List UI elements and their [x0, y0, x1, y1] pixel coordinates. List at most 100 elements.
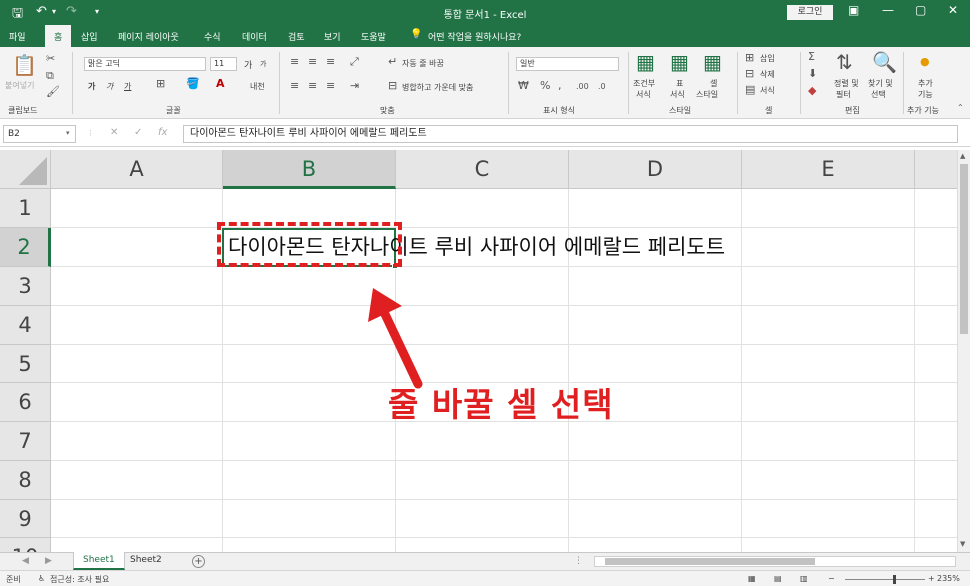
accounting-format-icon[interactable]: ₩ — [518, 79, 529, 92]
row-header-10[interactable]: 10 — [0, 538, 51, 552]
column-header-d[interactable]: D — [569, 150, 742, 189]
align-bottom-icon[interactable]: ≡ — [326, 55, 335, 68]
vertical-scroll-thumb[interactable] — [960, 164, 968, 334]
format-as-table-label-1[interactable]: 표 — [676, 78, 683, 89]
tab-file[interactable]: 파일 — [9, 30, 26, 43]
sheet-tab-sheet2[interactable]: Sheet2 — [121, 552, 171, 570]
grow-font-button[interactable]: 가 — [244, 58, 252, 71]
borders-icon[interactable]: ⊞ — [156, 77, 165, 90]
login-button[interactable]: 로그인 — [787, 5, 833, 20]
indent-icon[interactable]: ⇥ — [350, 79, 359, 92]
new-sheet-icon[interactable]: + — [192, 555, 205, 568]
ribbon-display-icon[interactable]: ▣ — [848, 3, 859, 17]
increase-decimal-icon[interactable]: .00 — [576, 82, 589, 91]
scroll-up-icon[interactable]: ▲ — [960, 152, 965, 160]
cancel-entry-icon[interactable]: ✕ — [110, 127, 118, 138]
bold-button[interactable]: 가 — [88, 81, 95, 92]
collapse-ribbon-icon[interactable]: ⌃ — [957, 103, 964, 112]
name-box-dropdown-icon[interactable]: ▾ — [66, 129, 70, 137]
row-header-7[interactable]: 7 — [0, 422, 51, 461]
format-cells-button[interactable]: 서식 — [760, 85, 775, 96]
accessibility-icon[interactable]: ♿ — [38, 574, 45, 583]
page-layout-view-icon[interactable]: ▤ — [774, 574, 782, 583]
wrap-text-icon[interactable]: ↵ — [388, 55, 397, 68]
percent-icon[interactable]: % — [540, 79, 550, 92]
fill-icon[interactable]: ⬇ — [808, 67, 817, 80]
scroll-down-icon[interactable]: ▼ — [960, 540, 965, 548]
tab-insert[interactable]: 삽입 — [81, 30, 98, 43]
horizontal-scroll-thumb[interactable] — [605, 558, 815, 565]
tab-view[interactable]: 보기 — [324, 30, 341, 43]
zoom-slider-track[interactable] — [845, 579, 925, 580]
phonetic-button[interactable]: 내천 — [250, 81, 265, 92]
align-right-icon[interactable]: ≡ — [326, 79, 335, 92]
vertical-scrollbar[interactable]: ▲ ▼ — [957, 150, 970, 552]
row-header-5[interactable]: 5 — [0, 345, 51, 383]
shrink-font-button[interactable]: 가 — [260, 59, 266, 69]
select-all-button[interactable] — [0, 150, 51, 189]
row-header-3[interactable]: 3 — [0, 267, 51, 306]
conditional-formatting-label-1[interactable]: 조건부 — [633, 78, 655, 89]
maximize-icon[interactable]: ▢ — [915, 3, 926, 17]
autosum-icon[interactable]: Σ — [808, 50, 815, 63]
zoom-in-icon[interactable]: + — [928, 574, 935, 583]
font-name-combo[interactable]: 맑은 고딕 — [84, 57, 206, 71]
row-header-8[interactable]: 8 — [0, 461, 51, 500]
accessibility-status[interactable]: 접근성: 조사 필요 — [50, 574, 109, 585]
find-select-label-2[interactable]: 선택 — [871, 89, 886, 100]
tell-me-search[interactable]: 어떤 작업을 원하시나요? — [428, 30, 521, 43]
cell-styles-label-2[interactable]: 스타일 — [696, 89, 718, 100]
align-top-icon[interactable]: ≡ — [290, 55, 299, 68]
column-header-b[interactable]: B — [223, 150, 396, 189]
cut-icon[interactable]: ✂ — [46, 52, 55, 65]
sheet-tab-sheet1[interactable]: Sheet1 — [73, 552, 125, 570]
add-ins-label-2[interactable]: 기능 — [918, 89, 933, 100]
align-middle-icon[interactable]: ≡ — [308, 55, 317, 68]
format-as-table-icon[interactable]: ▦ — [670, 50, 689, 74]
number-format-combo[interactable]: 일반 — [516, 57, 619, 71]
column-header-f[interactable] — [915, 150, 957, 189]
cell-styles-label-1[interactable]: 셀 — [710, 78, 717, 89]
italic-button[interactable]: 가 — [106, 81, 113, 92]
row-header-1[interactable]: 1 — [0, 189, 51, 228]
prev-sheet-icon[interactable]: ◀ — [22, 556, 29, 566]
tab-page-layout[interactable]: 페이지 레이아웃 — [118, 30, 179, 43]
minimize-icon[interactable]: — — [882, 3, 894, 17]
paste-label[interactable]: 붙여넣기 — [5, 80, 34, 91]
conditional-formatting-icon[interactable]: ▦ — [636, 50, 655, 74]
wrap-text-button[interactable]: 자동 줄 바꿈 — [402, 58, 444, 69]
tab-review[interactable]: 검토 — [288, 30, 305, 43]
next-sheet-icon[interactable]: ▶ — [45, 556, 52, 566]
tab-home[interactable]: 홈 — [45, 25, 72, 47]
fill-color-icon[interactable]: 🪣 — [186, 77, 200, 90]
merge-center-button[interactable]: 병합하고 가운데 맞춤 — [402, 82, 473, 93]
insert-cells-icon[interactable]: ⊞ — [745, 51, 754, 64]
add-ins-label-1[interactable]: 추가 — [918, 78, 933, 89]
font-size-combo[interactable]: 11 — [210, 57, 237, 71]
cell-styles-icon[interactable]: ▦ — [703, 50, 722, 74]
delete-cells-button[interactable]: 삭제 — [760, 69, 775, 80]
column-header-e[interactable]: E — [742, 150, 915, 189]
page-break-view-icon[interactable]: ▥ — [800, 574, 808, 583]
horizontal-scrollbar[interactable] — [594, 556, 956, 567]
tab-formulas[interactable]: 수식 — [204, 30, 221, 43]
add-ins-icon[interactable]: ● — [920, 55, 930, 68]
insert-function-icon[interactable]: fx — [158, 127, 167, 138]
underline-button[interactable]: 가 — [124, 81, 131, 92]
conditional-formatting-label-2[interactable]: 서식 — [636, 89, 651, 100]
enter-entry-icon[interactable]: ✓ — [134, 127, 142, 138]
tab-split-icon[interactable]: ⋮ — [574, 556, 583, 566]
find-select-label-1[interactable]: 찾기 및 — [868, 78, 893, 89]
find-select-icon[interactable]: 🔍 — [872, 50, 897, 74]
zoom-out-icon[interactable]: − — [828, 574, 835, 583]
zoom-level[interactable]: 235% — [937, 574, 960, 583]
copy-icon[interactable]: ⧉ — [46, 69, 54, 83]
column-header-c[interactable]: C — [396, 150, 569, 189]
delete-cells-icon[interactable]: ⊟ — [745, 67, 754, 80]
sort-filter-label-2[interactable]: 필터 — [836, 89, 851, 100]
tab-data[interactable]: 데이터 — [242, 30, 267, 43]
align-center-icon[interactable]: ≡ — [308, 79, 317, 92]
clear-icon[interactable]: ◆ — [808, 84, 816, 97]
comma-style-icon[interactable]: , — [558, 79, 562, 92]
worksheet-grid[interactable]: A B C D E 1 2 3 4 5 6 7 8 9 10 다이아몬드 탄자나… — [0, 150, 957, 552]
